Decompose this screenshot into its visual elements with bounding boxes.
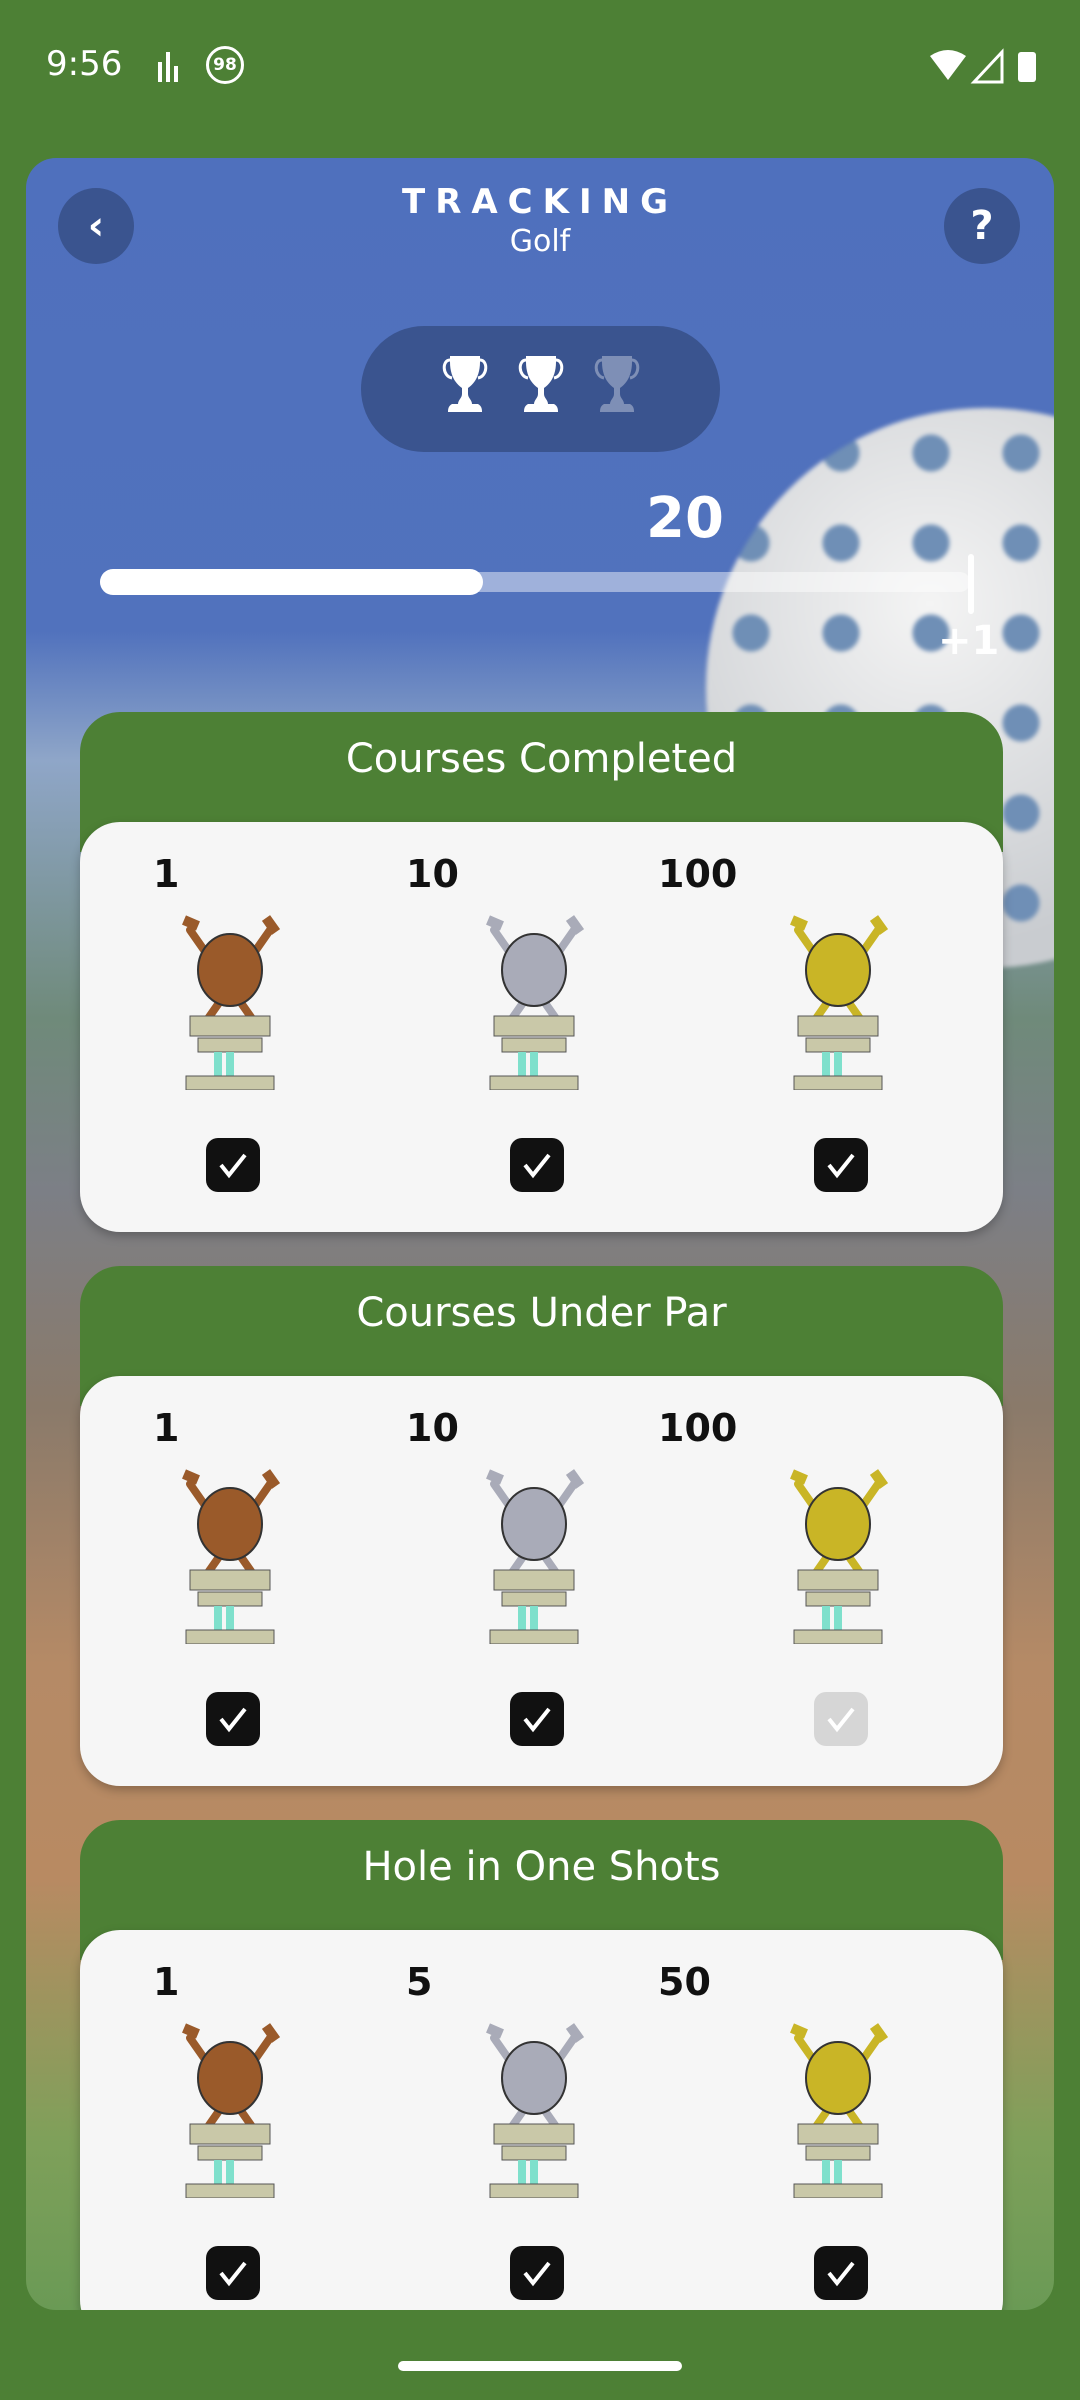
tier-goal: 5 (406, 1960, 433, 2004)
gold-trophy-icon (758, 2008, 918, 2202)
checkmark-icon (219, 1153, 247, 1179)
battery-icon (1018, 52, 1036, 82)
silver-trophy-icon (454, 900, 614, 1094)
tier-goal: 100 (658, 852, 738, 896)
progress-bar (100, 569, 970, 595)
completed-checkbox[interactable] (814, 1692, 868, 1746)
completed-checkbox[interactable] (814, 2246, 868, 2300)
title-text: TRACKING (402, 182, 678, 222)
trophy-icon (518, 354, 564, 424)
completed-checkbox[interactable] (206, 2246, 260, 2300)
checkmark-icon (523, 2261, 551, 2287)
tier-gold: 100 (658, 822, 988, 1232)
page-title: TRACKING Golf (26, 182, 1054, 259)
completed-checkbox[interactable] (510, 2246, 564, 2300)
tier-silver: 10 (384, 822, 684, 1232)
completed-checkbox[interactable] (206, 1138, 260, 1192)
tier-gold: 50 (658, 1930, 988, 2310)
checkmark-icon (523, 1153, 551, 1179)
cell-signal-icon (970, 48, 1004, 84)
progress-fill (100, 569, 483, 595)
gold-trophy-icon (758, 900, 918, 1094)
bronze-trophy-icon (150, 1454, 310, 1648)
gold-trophy-icon (758, 1454, 918, 1648)
checkmark-icon (827, 2261, 855, 2287)
notification-badge-icon: 98 (206, 46, 244, 84)
tier-bronze: 1 (80, 1930, 380, 2310)
tier-goal: 10 (406, 1406, 459, 1450)
tier-goal: 100 (658, 1406, 738, 1450)
tracking-card: ‹ ? TRACKING Golf 20 +1 Courses Complete… (26, 158, 1054, 2310)
silver-trophy-icon (454, 2008, 614, 2202)
signal-bars-icon (158, 52, 178, 82)
checkmark-icon (827, 1153, 855, 1179)
increment-label: +1 (938, 618, 1000, 664)
tier-gold: 100 (658, 1376, 988, 1786)
checkmark-icon (523, 1707, 551, 1733)
clock: 9:56 (46, 44, 123, 84)
section-card: Hole in One Shots 1 5 50 (80, 1820, 1003, 2310)
tier-goal: 1 (153, 852, 180, 896)
progress-marker (968, 554, 974, 614)
section-body: 1 5 50 (80, 1930, 1003, 2310)
tier-goal: 50 (658, 1960, 711, 2004)
home-indicator[interactable] (398, 2361, 682, 2371)
checkmark-icon (827, 1707, 855, 1733)
checkmark-icon (219, 2261, 247, 2287)
completed-checkbox[interactable] (510, 1692, 564, 1746)
progress-count: 20 (646, 486, 724, 551)
section-body: 1 10 100 (80, 1376, 1003, 1786)
trophy-icon (442, 354, 488, 424)
tier-bronze: 1 (80, 1376, 380, 1786)
trophy-icon (594, 354, 640, 424)
tier-goal: 10 (406, 852, 459, 896)
completed-checkbox[interactable] (814, 1138, 868, 1192)
system-icons (930, 48, 1036, 84)
tier-silver: 5 (384, 1930, 684, 2310)
checkmark-icon (219, 1707, 247, 1733)
wifi-icon (930, 50, 966, 80)
bronze-trophy-icon (150, 900, 310, 1094)
tier-bronze: 1 (80, 822, 380, 1232)
section-card: Courses Under Par 1 10 100 (80, 1266, 1003, 1786)
completed-checkbox[interactable] (206, 1692, 260, 1746)
status-bar: 9:56 98 (0, 0, 1080, 130)
tier-silver: 10 (384, 1376, 684, 1786)
silver-trophy-icon (454, 1454, 614, 1648)
section-body: 1 10 100 (80, 822, 1003, 1232)
subtitle-text: Golf (509, 224, 571, 259)
completed-checkbox[interactable] (510, 1138, 564, 1192)
tier-goal: 1 (153, 1960, 180, 2004)
trophy-summary (361, 326, 720, 452)
section-card: Courses Completed 1 10 100 (80, 712, 1003, 1232)
bronze-trophy-icon (150, 2008, 310, 2202)
tier-goal: 1 (153, 1406, 180, 1450)
